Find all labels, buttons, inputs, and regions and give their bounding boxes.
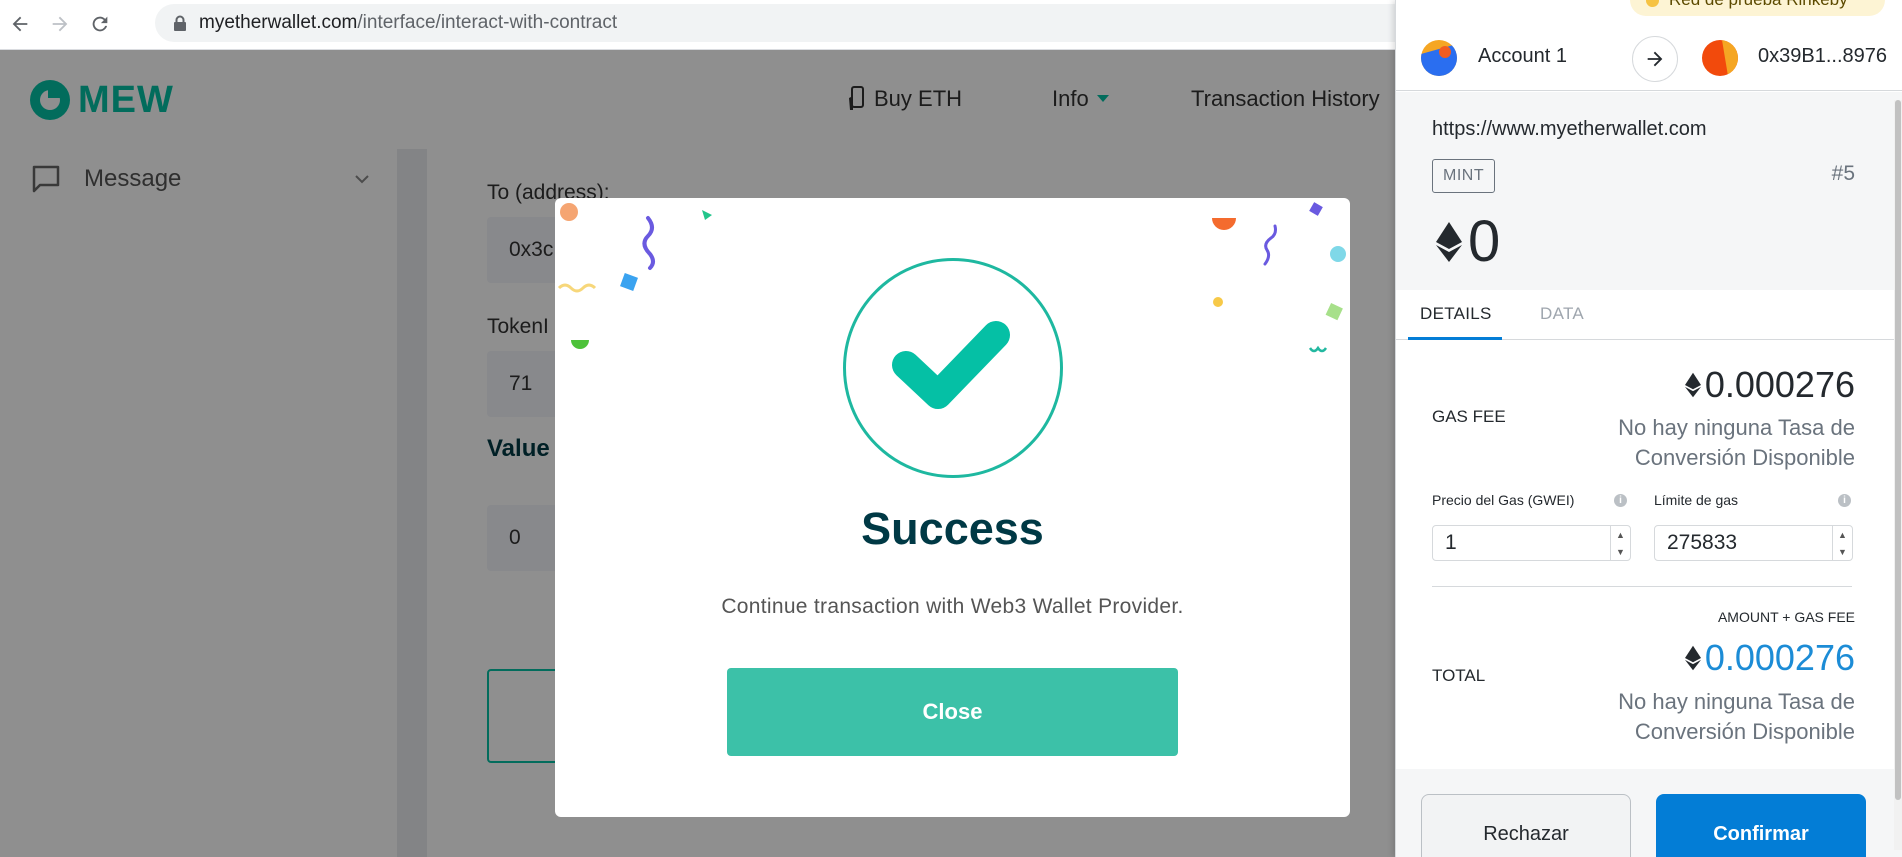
confirm-button[interactable]: Confirmar xyxy=(1656,794,1866,857)
transaction-summary: https://www.myetherwallet.com MINT #5 0 xyxy=(1396,92,1902,290)
scrollbar[interactable] xyxy=(1894,100,1902,850)
gas-fee-amount: 0.000276 xyxy=(1684,364,1855,406)
tab-bar: DETAILS DATA xyxy=(1396,290,1902,340)
tab-active-indicator xyxy=(1408,337,1502,340)
address-bar[interactable]: myetherwallet.com/interface/interact-wit… xyxy=(155,4,1455,42)
conversion-line-2: Conversión Disponible xyxy=(1634,445,1855,470)
gas-price-stepper[interactable]: ▲ ▼ xyxy=(1610,526,1630,560)
gas-limit-stepper[interactable]: ▲ ▼ xyxy=(1832,526,1852,560)
close-button[interactable]: Close xyxy=(727,668,1178,756)
gas-price-label: Precio del Gas (GWEI) xyxy=(1432,492,1575,508)
arrow-right-icon xyxy=(1632,36,1678,82)
gas-limit-label: Límite de gas xyxy=(1654,492,1739,508)
ethereum-icon xyxy=(1436,221,1462,262)
success-modal: Success Continue transaction with Web3 W… xyxy=(555,198,1350,817)
back-button[interactable] xyxy=(4,8,36,40)
metamask-popup: Red de prueba Rinkeby Account 1 0x39B1..… xyxy=(1395,0,1902,857)
conversion-line-1: No hay ninguna Tasa de xyxy=(1618,689,1855,714)
action-footer: Rechazar Confirmar xyxy=(1396,769,1902,857)
forward-arrow-icon xyxy=(52,16,68,32)
reload-icon xyxy=(92,16,108,32)
jazzicon-icon xyxy=(1421,40,1457,76)
network-dot-icon xyxy=(1646,0,1659,7)
gas-limit-input[interactable]: 275833 ▲ ▼ xyxy=(1654,525,1853,561)
divider xyxy=(1432,586,1852,587)
lock-icon xyxy=(174,15,186,31)
method-badge: MINT xyxy=(1432,159,1496,193)
eth-amount: 0 xyxy=(1436,208,1500,275)
amount-gas-fee-label: AMOUNT + GAS FEE xyxy=(1717,609,1855,625)
success-message: Continue transaction with Web3 Wallet Pr… xyxy=(721,595,1184,618)
gas-price-input[interactable]: 1 ▲ ▼ xyxy=(1432,525,1631,561)
conversion-line-1: No hay ninguna Tasa de xyxy=(1618,415,1855,440)
gas-fee-label: GAS FEE xyxy=(1432,407,1506,426)
conversion-line-2: Conversión Disponible xyxy=(1634,719,1855,744)
origin-url: https://www.myetherwallet.com xyxy=(1432,118,1707,140)
details-panel: GAS FEE 0.000276 No hay ninguna Tasa de … xyxy=(1396,341,1902,769)
gas-price-value: 1 xyxy=(1445,531,1457,554)
account-avatar[interactable] xyxy=(1421,40,1457,76)
nonce-label: #5 xyxy=(1831,162,1855,185)
account-header: Account 1 0x39B1...8976 xyxy=(1396,25,1902,91)
scrollbar-thumb[interactable] xyxy=(1895,100,1901,800)
recipient-avatar[interactable] xyxy=(1702,40,1738,76)
success-title: Success xyxy=(861,503,1044,554)
reload-button[interactable] xyxy=(84,8,116,40)
recipient-address: 0x39B1...8976 xyxy=(1758,45,1887,67)
total-conversion: No hay ninguna Tasa de Conversión Dispon… xyxy=(1555,687,1855,747)
ethereum-icon xyxy=(1684,372,1701,398)
success-check-circle xyxy=(843,258,1063,478)
total-amount: 0.000276 xyxy=(1684,637,1855,679)
gas-price-info-icon[interactable]: i xyxy=(1614,494,1627,507)
gas-fee-conversion: No hay ninguna Tasa de Conversión Dispon… xyxy=(1555,413,1855,473)
reject-button[interactable]: Rechazar xyxy=(1421,794,1631,857)
account-name: Account 1 xyxy=(1478,45,1567,67)
eth-amount-value: 0 xyxy=(1468,209,1501,274)
checkmark-icon xyxy=(892,321,1010,409)
tab-data[interactable]: DATA xyxy=(1540,304,1584,324)
url-path: /interface/interact-with-contract xyxy=(357,12,618,33)
back-arrow-icon xyxy=(12,16,28,32)
total-value: 0.000276 xyxy=(1704,637,1855,678)
network-label: Red de prueba Rinkeby xyxy=(1669,0,1848,10)
recipient-jazzicon-icon xyxy=(1702,40,1738,76)
total-label: TOTAL xyxy=(1432,666,1486,685)
url-host: myetherwallet.com xyxy=(199,12,358,33)
ethereum-icon xyxy=(1684,645,1701,671)
gas-fee-value: 0.000276 xyxy=(1704,364,1855,405)
gas-limit-value: 275833 xyxy=(1667,531,1738,554)
forward-button[interactable] xyxy=(44,8,76,40)
tab-details[interactable]: DETAILS xyxy=(1420,304,1492,324)
gas-limit-info-icon[interactable]: i xyxy=(1838,494,1851,507)
network-indicator[interactable]: Red de prueba Rinkeby xyxy=(1630,0,1885,16)
